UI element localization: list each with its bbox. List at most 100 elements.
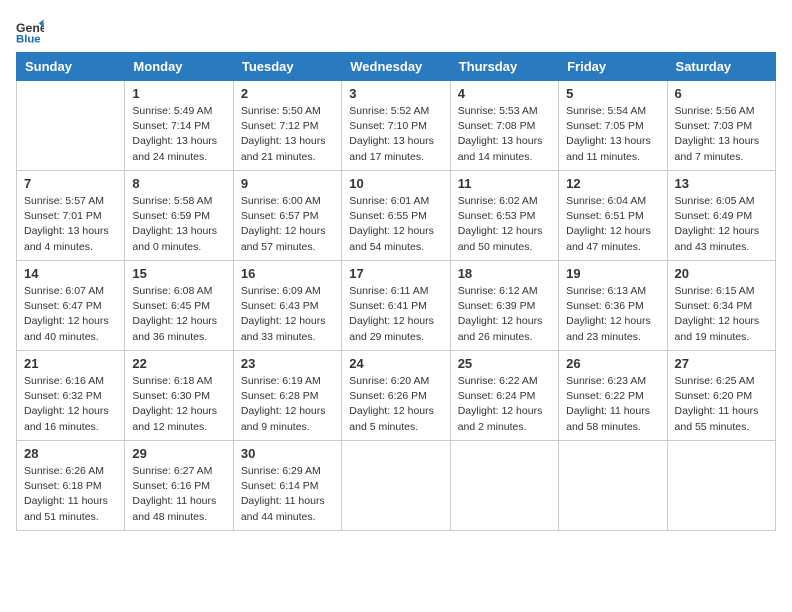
- day-number: 6: [675, 86, 768, 101]
- calendar-header: SundayMondayTuesdayWednesdayThursdayFrid…: [17, 53, 776, 81]
- calendar-cell: 21 Sunrise: 6:16 AM Sunset: 6:32 PM Dayli…: [17, 351, 125, 441]
- calendar-week-row: 21 Sunrise: 6:16 AM Sunset: 6:32 PM Dayli…: [17, 351, 776, 441]
- day-info: Sunrise: 6:05 AM Sunset: 6:49 PM Dayligh…: [675, 194, 768, 255]
- calendar-cell: 18Sunrise: 6:12 AM Sunset: 6:39 PM Dayli…: [450, 261, 558, 351]
- calendar-cell: [667, 441, 775, 531]
- day-number: 18: [458, 266, 551, 281]
- calendar-cell: 20Sunrise: 6:15 AM Sunset: 6:34 PM Dayli…: [667, 261, 775, 351]
- day-number: 12: [566, 176, 659, 191]
- calendar-cell: 30 Sunrise: 6:29 AM Sunset: 6:14 PM Dayli…: [233, 441, 341, 531]
- calendar-cell: [17, 81, 125, 171]
- day-info: Sunrise: 5:54 AM Sunset: 7:05 PM Dayligh…: [566, 104, 659, 165]
- calendar-cell: 11Sunrise: 6:02 AM Sunset: 6:53 PM Dayli…: [450, 171, 558, 261]
- calendar-week-row: 28 Sunrise: 6:26 AM Sunset: 6:18 PM Dayli…: [17, 441, 776, 531]
- calendar-cell: 3Sunrise: 5:52 AM Sunset: 7:10 PM Daylig…: [342, 81, 450, 171]
- day-info: Sunrise: 6:18 AM Sunset: 6:30 PM Dayligh…: [132, 374, 225, 435]
- header-row: SundayMondayTuesdayWednesdayThursdayFrid…: [17, 53, 776, 81]
- day-info: Sunrise: 6:29 AM Sunset: 6:14 PM Dayligh…: [241, 464, 334, 525]
- day-number: 28: [24, 446, 117, 461]
- logo: General Blue: [16, 16, 48, 44]
- calendar-cell: [450, 441, 558, 531]
- day-info: Sunrise: 6:09 AM Sunset: 6:43 PM Dayligh…: [241, 284, 334, 345]
- calendar-cell: 29 Sunrise: 6:27 AM Sunset: 6:16 PM Dayli…: [125, 441, 233, 531]
- calendar-cell: 19 Sunrise: 6:13 AM Sunset: 6:36 PM Dayli…: [559, 261, 667, 351]
- calendar-cell: 22Sunrise: 6:18 AM Sunset: 6:30 PM Dayli…: [125, 351, 233, 441]
- calendar-cell: 26Sunrise: 6:23 AM Sunset: 6:22 PM Dayli…: [559, 351, 667, 441]
- logo-icon: General Blue: [16, 16, 44, 44]
- day-number: 21: [24, 356, 117, 371]
- calendar-cell: 8Sunrise: 5:58 AM Sunset: 6:59 PM Daylig…: [125, 171, 233, 261]
- day-number: 19: [566, 266, 659, 281]
- day-info: Sunrise: 6:26 AM Sunset: 6:18 PM Dayligh…: [24, 464, 117, 525]
- calendar-week-row: 14 Sunrise: 6:07 AM Sunset: 6:47 PM Dayli…: [17, 261, 776, 351]
- calendar-cell: 17 Sunrise: 6:11 AM Sunset: 6:41 PM Dayli…: [342, 261, 450, 351]
- day-info: Sunrise: 6:27 AM Sunset: 6:16 PM Dayligh…: [132, 464, 225, 525]
- day-info: Sunrise: 6:19 AM Sunset: 6:28 PM Dayligh…: [241, 374, 334, 435]
- calendar-cell: 27 Sunrise: 6:25 AM Sunset: 6:20 PM Dayli…: [667, 351, 775, 441]
- day-info: Sunrise: 6:01 AM Sunset: 6:55 PM Dayligh…: [349, 194, 442, 255]
- calendar-cell: 1 Sunrise: 5:49 AM Sunset: 7:14 PM Daylig…: [125, 81, 233, 171]
- header-day: Sunday: [17, 53, 125, 81]
- calendar-cell: 10 Sunrise: 6:01 AM Sunset: 6:55 PM Dayli…: [342, 171, 450, 261]
- calendar-week-row: 7 Sunrise: 5:57 AM Sunset: 7:01 PM Daylig…: [17, 171, 776, 261]
- day-info: Sunrise: 5:57 AM Sunset: 7:01 PM Dayligh…: [24, 194, 117, 255]
- day-info: Sunrise: 6:11 AM Sunset: 6:41 PM Dayligh…: [349, 284, 442, 345]
- calendar-cell: 25Sunrise: 6:22 AM Sunset: 6:24 PM Dayli…: [450, 351, 558, 441]
- day-number: 5: [566, 86, 659, 101]
- day-number: 27: [675, 356, 768, 371]
- day-info: Sunrise: 6:22 AM Sunset: 6:24 PM Dayligh…: [458, 374, 551, 435]
- page-header: General Blue: [16, 16, 776, 44]
- day-number: 13: [675, 176, 768, 191]
- day-number: 16: [241, 266, 334, 281]
- day-number: 26: [566, 356, 659, 371]
- day-number: 15: [132, 266, 225, 281]
- calendar-cell: 15 Sunrise: 6:08 AM Sunset: 6:45 PM Dayli…: [125, 261, 233, 351]
- day-info: Sunrise: 6:16 AM Sunset: 6:32 PM Dayligh…: [24, 374, 117, 435]
- day-info: Sunrise: 6:08 AM Sunset: 6:45 PM Dayligh…: [132, 284, 225, 345]
- calendar-table: SundayMondayTuesdayWednesdayThursdayFrid…: [16, 52, 776, 531]
- day-number: 7: [24, 176, 117, 191]
- calendar-cell: 12 Sunrise: 6:04 AM Sunset: 6:51 PM Dayli…: [559, 171, 667, 261]
- calendar-cell: 9 Sunrise: 6:00 AM Sunset: 6:57 PM Daylig…: [233, 171, 341, 261]
- day-number: 14: [24, 266, 117, 281]
- header-day: Saturday: [667, 53, 775, 81]
- day-info: Sunrise: 5:53 AM Sunset: 7:08 PM Dayligh…: [458, 104, 551, 165]
- day-number: 24: [349, 356, 442, 371]
- calendar-cell: 16 Sunrise: 6:09 AM Sunset: 6:43 PM Dayli…: [233, 261, 341, 351]
- day-number: 29: [132, 446, 225, 461]
- day-info: Sunrise: 6:04 AM Sunset: 6:51 PM Dayligh…: [566, 194, 659, 255]
- day-info: Sunrise: 5:58 AM Sunset: 6:59 PM Dayligh…: [132, 194, 225, 255]
- calendar-cell: 7 Sunrise: 5:57 AM Sunset: 7:01 PM Daylig…: [17, 171, 125, 261]
- day-info: Sunrise: 5:50 AM Sunset: 7:12 PM Dayligh…: [241, 104, 334, 165]
- calendar-cell: 14 Sunrise: 6:07 AM Sunset: 6:47 PM Dayli…: [17, 261, 125, 351]
- calendar-cell: [342, 441, 450, 531]
- day-number: 30: [241, 446, 334, 461]
- day-number: 1: [132, 86, 225, 101]
- day-info: Sunrise: 5:49 AM Sunset: 7:14 PM Dayligh…: [132, 104, 225, 165]
- calendar-cell: 23Sunrise: 6:19 AM Sunset: 6:28 PM Dayli…: [233, 351, 341, 441]
- calendar-cell: 5 Sunrise: 5:54 AM Sunset: 7:05 PM Daylig…: [559, 81, 667, 171]
- day-info: Sunrise: 5:56 AM Sunset: 7:03 PM Dayligh…: [675, 104, 768, 165]
- day-number: 10: [349, 176, 442, 191]
- day-number: 9: [241, 176, 334, 191]
- day-info: Sunrise: 6:25 AM Sunset: 6:20 PM Dayligh…: [675, 374, 768, 435]
- day-number: 11: [458, 176, 551, 191]
- day-info: Sunrise: 6:13 AM Sunset: 6:36 PM Dayligh…: [566, 284, 659, 345]
- svg-text:Blue: Blue: [16, 33, 41, 44]
- calendar-cell: 4Sunrise: 5:53 AM Sunset: 7:08 PM Daylig…: [450, 81, 558, 171]
- day-info: Sunrise: 6:15 AM Sunset: 6:34 PM Dayligh…: [675, 284, 768, 345]
- header-day: Thursday: [450, 53, 558, 81]
- day-number: 2: [241, 86, 334, 101]
- day-info: Sunrise: 6:20 AM Sunset: 6:26 PM Dayligh…: [349, 374, 442, 435]
- calendar-week-row: 1 Sunrise: 5:49 AM Sunset: 7:14 PM Daylig…: [17, 81, 776, 171]
- day-info: Sunrise: 6:07 AM Sunset: 6:47 PM Dayligh…: [24, 284, 117, 345]
- calendar-cell: 28 Sunrise: 6:26 AM Sunset: 6:18 PM Dayli…: [17, 441, 125, 531]
- calendar-body: 1 Sunrise: 5:49 AM Sunset: 7:14 PM Daylig…: [17, 81, 776, 531]
- day-number: 17: [349, 266, 442, 281]
- day-info: Sunrise: 5:52 AM Sunset: 7:10 PM Dayligh…: [349, 104, 442, 165]
- calendar-cell: 6 Sunrise: 5:56 AM Sunset: 7:03 PM Daylig…: [667, 81, 775, 171]
- header-day: Monday: [125, 53, 233, 81]
- header-day: Wednesday: [342, 53, 450, 81]
- calendar-cell: [559, 441, 667, 531]
- day-info: Sunrise: 6:00 AM Sunset: 6:57 PM Dayligh…: [241, 194, 334, 255]
